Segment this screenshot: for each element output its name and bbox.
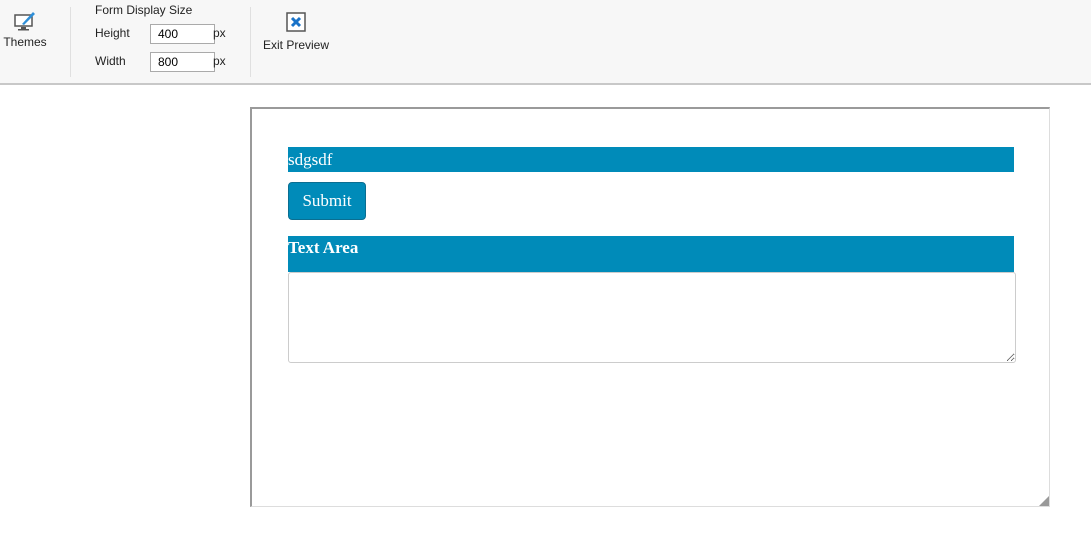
form-display-size-title: Form Display Size (95, 3, 193, 17)
text-area-input[interactable] (288, 272, 1016, 363)
close-icon (286, 12, 306, 32)
height-input[interactable] (150, 24, 215, 44)
form-preview-frame: sdgsdf Submit Text Area (250, 107, 1050, 507)
width-unit: px (213, 54, 226, 68)
submit-button[interactable]: Submit (288, 182, 366, 220)
exit-preview-label: Exit Preview (262, 38, 330, 52)
textarea-label: Text Area (288, 236, 1014, 272)
divider (250, 7, 251, 77)
width-label: Width (95, 54, 126, 68)
themes-label: Themes (3, 35, 47, 49)
themes-icon (14, 12, 35, 31)
exit-preview-button[interactable]: Exit Preview (260, 12, 332, 52)
divider (70, 7, 71, 77)
height-unit: px (213, 26, 226, 40)
height-label: Height (95, 26, 130, 40)
form-header: sdgsdf (288, 147, 1014, 172)
width-input[interactable] (150, 52, 215, 72)
themes-button[interactable]: Themes (3, 10, 47, 49)
toolbar: Themes Form Display Size Height px Width… (0, 0, 1091, 85)
resize-handle[interactable] (1039, 496, 1049, 506)
